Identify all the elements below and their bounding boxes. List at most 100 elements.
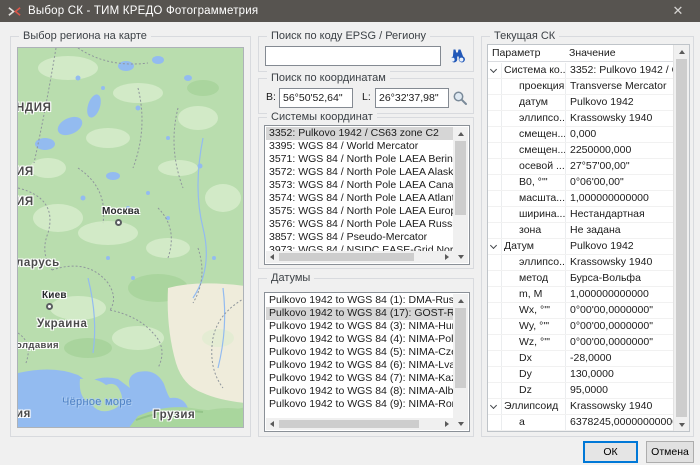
cs-row[interactable]: осевой ...27°57'00,00"	[488, 159, 673, 175]
scroll-up-button[interactable]	[453, 127, 468, 140]
collapse-chevron-icon[interactable]	[490, 242, 497, 249]
systems-list: 3352: Pulkovo 1942 / CS63 zone C23395: W…	[264, 125, 470, 265]
param-cell: Dx	[502, 351, 565, 366]
table-vscrollbar[interactable]	[673, 45, 689, 431]
cs-row[interactable]: датумPulkovo 1942	[488, 95, 673, 111]
list-item[interactable]: Pulkovo 1942 to WGS 84 (1): DMA-Rus	[266, 294, 453, 307]
list-item[interactable]: Pulkovo 1942 to WGS 84 (17): GOST-Rus	[266, 307, 453, 320]
coord-search-button[interactable]	[449, 87, 471, 109]
scroll-thumb[interactable]	[676, 59, 687, 417]
datums-hscrollbar[interactable]	[266, 418, 453, 430]
list-item[interactable]: Pulkovo 1942 to WGS 84 (6): NIMA-Lva	[266, 359, 453, 372]
cs-row[interactable]: Wz, °'"0°00'00,0000000"	[488, 335, 673, 351]
list-item[interactable]: Pulkovo 1942 to WGS 84 (9): NIMA-Rom	[266, 398, 453, 411]
cs-row[interactable]: ДатумPulkovo 1942	[488, 239, 673, 255]
cancel-button[interactable]: Отмена	[646, 441, 694, 463]
map-label: Москва	[102, 206, 140, 217]
scroll-thumb[interactable]	[279, 253, 414, 261]
scroll-up-button[interactable]	[453, 294, 468, 307]
cs-row[interactable]: зонаНе задана	[488, 223, 673, 239]
datums-list: Pulkovo 1942 to WGS 84 (1): DMA-RusPulko…	[264, 292, 470, 432]
value-cell: Transverse Mercator	[565, 79, 673, 94]
epsg-search-input[interactable]	[265, 46, 441, 66]
datums-vscrollbar[interactable]	[453, 294, 468, 430]
value-cell: 0°00'00,0000000"	[565, 303, 673, 318]
cs-row[interactable]: эллипсо...Krassowsky 1940	[488, 111, 673, 127]
list-item[interactable]: Pulkovo 1942 to WGS 84 (7): NIMA-Kaz	[266, 372, 453, 385]
list-item[interactable]: Pulkovo 1942 to WGS 84 (4): NIMA-Pol	[266, 333, 453, 346]
row-gutter	[488, 255, 502, 270]
cs-row[interactable]: смещен...0,000	[488, 127, 673, 143]
cs-row[interactable]: проекцияTransverse Mercator	[488, 79, 673, 95]
list-item[interactable]: 3857: WGS 84 / Pseudo-Mercator	[266, 231, 453, 244]
list-item[interactable]: 3576: WGS 84 / North Pole LAEA Russia	[266, 218, 453, 231]
row-gutter	[488, 351, 502, 366]
list-item[interactable]: 3395: WGS 84 / World Mercator	[266, 140, 453, 153]
cs-row[interactable]: эллипсо...Krassowsky 1940	[488, 255, 673, 271]
scroll-right-button[interactable]	[441, 251, 453, 263]
list-item[interactable]: Pulkovo 1942 to WGS 84 (3): NIMA-Hun	[266, 320, 453, 333]
row-gutter	[488, 383, 502, 398]
scroll-thumb[interactable]	[455, 308, 466, 388]
map-label: Украина	[37, 318, 88, 330]
list-item[interactable]: Pulkovo 1942 to WGS 84 (5): NIMA-Cze	[266, 346, 453, 359]
cs-row[interactable]: смещен...2250000,000	[488, 143, 673, 159]
cs-row[interactable]: Wx, °'"0°00'00,0000000"	[488, 303, 673, 319]
l-input[interactable]	[375, 88, 449, 108]
epsg-search-button[interactable]	[444, 45, 470, 67]
cs-row[interactable]: Dx-28,0000	[488, 351, 673, 367]
scroll-left-button[interactable]	[266, 251, 278, 263]
epsg-search-label: Поиск по коду EPSG / Региону	[267, 29, 430, 44]
scroll-down-button[interactable]	[674, 418, 689, 431]
systems-group-label: Системы координат	[267, 110, 377, 125]
cs-row[interactable]: Система ко...3352: Pulkovo 1942 / CS63 .…	[488, 63, 673, 79]
scroll-down-button[interactable]	[453, 250, 468, 263]
param-cell: эллипсо...	[502, 111, 565, 126]
list-item[interactable]: Pulkovo 1942 to WGS 84 (8): NIMA-Alb	[266, 385, 453, 398]
row-gutter	[488, 79, 502, 94]
list-item[interactable]: 3574: WGS 84 / North Pole LAEA Atlantic	[266, 192, 453, 205]
scroll-thumb[interactable]	[279, 420, 419, 428]
b-input[interactable]	[279, 88, 353, 108]
list-item[interactable]: 3573: WGS 84 / North Pole LAEA Canada	[266, 179, 453, 192]
map-canvas[interactable]: НДИЯИЯИЯМоскваларусьКиевУкраинаолдавияия…	[17, 47, 244, 428]
list-item[interactable]: 3575: WGS 84 / North Pole LAEA Europe	[266, 205, 453, 218]
b-label: B:	[266, 91, 276, 103]
cs-row[interactable]: m, M1,000000000000	[488, 287, 673, 303]
scroll-thumb[interactable]	[455, 141, 466, 215]
window-title: Выбор СК - ТИМ КРЕДО Фотограмметрия	[28, 5, 258, 17]
value-cell: 0,000	[565, 127, 673, 142]
value-cell: 95,0000	[565, 383, 673, 398]
scroll-up-button[interactable]	[674, 45, 689, 58]
systems-vscrollbar[interactable]	[453, 127, 468, 263]
close-button[interactable]: ✕	[656, 0, 700, 22]
cs-row[interactable]: Wy, °'"0°00'00,0000000"	[488, 319, 673, 335]
param-cell: Dy	[502, 367, 565, 382]
cs-row[interactable]: a6378245,000000000000	[488, 415, 673, 431]
cs-row[interactable]: Dy130,0000	[488, 367, 673, 383]
row-gutter	[488, 335, 502, 350]
value-cell: 27°57'00,00"	[565, 159, 673, 174]
collapse-chevron-icon[interactable]	[490, 66, 497, 73]
list-item[interactable]: 3352: Pulkovo 1942 / CS63 zone C2	[266, 127, 453, 140]
row-gutter	[488, 239, 502, 254]
systems-hscrollbar[interactable]	[266, 251, 453, 263]
cs-row[interactable]: масшта...1,000000000000	[488, 191, 673, 207]
cs-row[interactable]: ЭллипсоидKrassowsky 1940	[488, 399, 673, 415]
cs-row[interactable]: Dz95,0000	[488, 383, 673, 399]
row-gutter	[488, 127, 502, 142]
scroll-down-button[interactable]	[453, 417, 468, 430]
ok-button[interactable]: ОК	[583, 441, 638, 463]
value-cell: -28,0000	[565, 351, 673, 366]
cs-row[interactable]: ширина...Нестандартная	[488, 207, 673, 223]
map-label: олдавия	[17, 340, 59, 351]
cs-row[interactable]: B0, °'"0°06'00,00"	[488, 175, 673, 191]
list-item[interactable]: 3572: WGS 84 / North Pole LAEA Alaska	[266, 166, 453, 179]
list-item[interactable]: 3571: WGS 84 / North Pole LAEA Bering Se…	[266, 153, 453, 166]
map-label: ИЯ	[17, 166, 34, 178]
scroll-left-button[interactable]	[266, 418, 278, 430]
scroll-right-button[interactable]	[441, 418, 453, 430]
dialog-window: Выбор СК - ТИМ КРЕДО Фотограмметрия ✕ Вы…	[0, 0, 700, 465]
collapse-chevron-icon[interactable]	[490, 402, 497, 409]
cs-row[interactable]: методБурса-Вольфа	[488, 271, 673, 287]
